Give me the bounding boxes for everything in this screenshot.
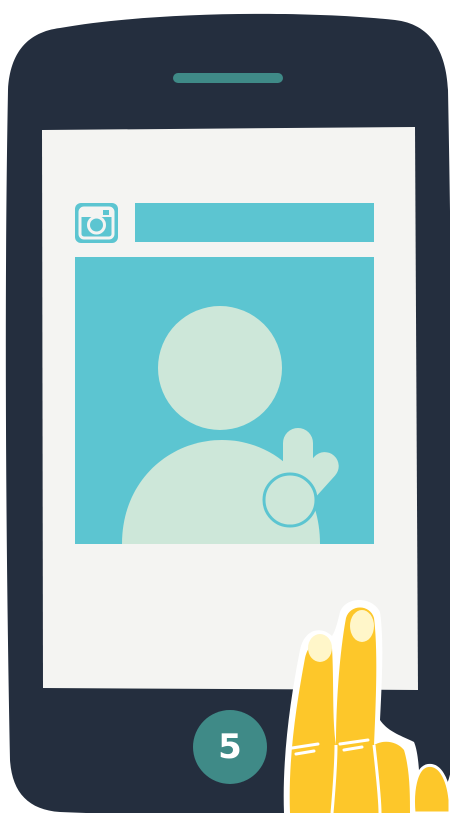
smartphone-icon: [5, 13, 450, 813]
home-button[interactable]: 5: [193, 710, 267, 784]
speaker-bar: [173, 73, 283, 83]
instagram-icon: [75, 203, 118, 243]
step-number-label: 5: [218, 727, 242, 767]
illustration: 5: [0, 0, 450, 813]
post-header-bar: [135, 203, 374, 242]
